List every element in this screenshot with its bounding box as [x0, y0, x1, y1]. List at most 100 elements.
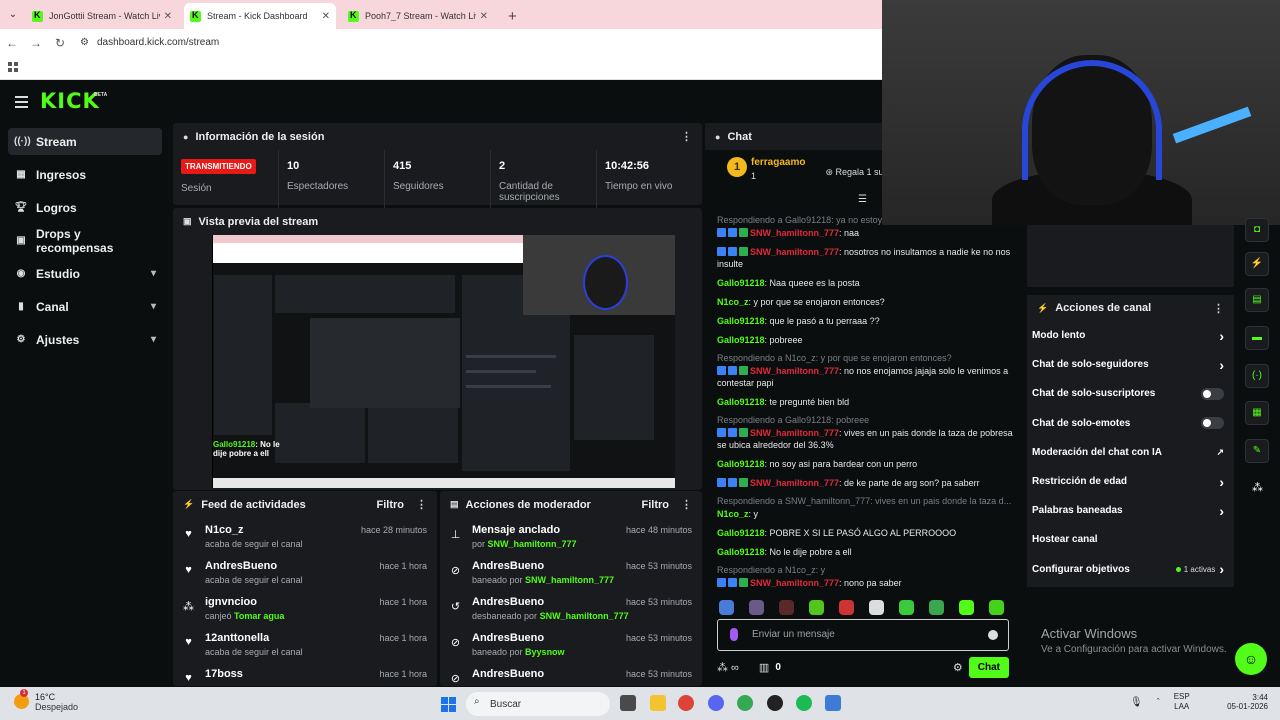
item-sub-bold[interactable]: SNW_hamiltonn_777: [525, 575, 614, 585]
emote-icon[interactable]: [989, 600, 1004, 615]
kebab-menu-icon[interactable]: ⋮: [681, 130, 692, 143]
gear-icon[interactable]: ⚙: [953, 661, 963, 674]
chrome-active-icon[interactable]: [737, 695, 753, 711]
chat-username[interactable]: Gallo91218: [717, 528, 765, 538]
chat-input[interactable]: Enviar un mensaje: [717, 619, 1009, 651]
kick-logo[interactable]: KICK: [40, 89, 100, 113]
emote-icon[interactable]: [899, 600, 914, 615]
gift-box-icon[interactable]: ▥: [759, 661, 769, 674]
subscribers-only-toggle[interactable]: [1201, 387, 1224, 400]
close-tab-icon[interactable]: ✕: [164, 11, 172, 22]
chat-username[interactable]: SNW_hamiltonn_777: [750, 247, 839, 257]
chat-username[interactable]: SNW_hamiltonn_777: [750, 366, 839, 376]
taskview-icon[interactable]: [620, 695, 636, 711]
layout-icon[interactable]: ▦: [1245, 401, 1269, 425]
item-sub-bold[interactable]: SNW_hamiltonn_777: [488, 539, 577, 549]
obs-icon[interactable]: [767, 695, 783, 711]
close-tab-icon[interactable]: ✕: [480, 11, 488, 22]
document-icon[interactable]: ▤: [1245, 288, 1269, 312]
kebab-menu-icon[interactable]: ⋮: [416, 498, 427, 511]
url-field[interactable]: ⚙ dashboard.kick.com/stream: [80, 37, 219, 48]
forward-icon[interactable]: →: [24, 36, 48, 50]
action-banned-words[interactable]: Palabras baneadas ›: [1027, 496, 1234, 525]
send-chat-button[interactable]: Chat: [968, 656, 1009, 678]
stream-preview-video[interactable]: Gallo91218: No le dije pobre a ell: [212, 235, 675, 488]
reply-reference[interactable]: Respondiendo a N1co_z: y por que se enoj…: [717, 353, 1015, 363]
filter-button[interactable]: Filtro: [642, 499, 670, 511]
points-icon[interactable]: ⁂: [1252, 481, 1263, 494]
emote-icon[interactable]: [959, 600, 974, 615]
action-followers-only[interactable]: Chat de solo-seguidores ›: [1027, 350, 1234, 379]
points-infinity-icon[interactable]: ⁂ ∞: [717, 661, 739, 674]
sidebar-item-logros[interactable]: 🏆︎ Logros: [8, 194, 162, 221]
kebab-menu-icon[interactable]: ⋮: [1213, 302, 1224, 315]
emote-icon[interactable]: [869, 600, 884, 615]
camera-icon[interactable]: ◘: [1245, 218, 1269, 242]
item-sub-bold[interactable]: SNW_hamiltonn_777: [540, 611, 629, 621]
sidebar-item-ingresos[interactable]: ▦ Ingresos: [8, 161, 162, 188]
chrome-icon[interactable]: [678, 695, 694, 711]
weather-widget[interactable]: 1 16°C Despejado: [14, 689, 78, 712]
discord-icon[interactable]: [708, 695, 724, 711]
reply-reference[interactable]: Respondiendo a Gallo91218: pobreee: [717, 415, 1015, 425]
sidebar-item-ajustes[interactable]: ⚙ Ajustes ▾: [8, 326, 162, 353]
reply-reference[interactable]: Respondiendo a SNW_hamiltonn_777: vives …: [717, 496, 1015, 506]
chat-username[interactable]: Gallo91218: [717, 316, 765, 326]
emote-icon[interactable]: [749, 600, 764, 615]
menu-icon[interactable]: [15, 96, 28, 111]
action-host-channel[interactable]: Hostear canal: [1027, 525, 1234, 554]
pinned-leaderboard[interactable]: 1 ferragaamo 1 ⊛ Regala 1 suscri: [727, 157, 898, 181]
wrench-icon[interactable]: ✎: [1245, 439, 1269, 463]
chat-username[interactable]: SNW_hamiltonn_777: [750, 478, 839, 488]
item-sub-bold[interactable]: Byysnow: [525, 647, 565, 657]
kebab-menu-icon[interactable]: ⋮: [681, 498, 692, 511]
chat-username[interactable]: Gallo91218: [717, 335, 765, 345]
sidebar-item-drops[interactable]: ▣ Drops y recompensas: [8, 227, 162, 255]
browser-tab-active[interactable]: Stream - Kick Dashboard ✕: [184, 3, 336, 29]
chat-bubble-icon[interactable]: ▬: [1245, 326, 1269, 350]
taskbar-search[interactable]: ⌕ Buscar: [466, 692, 610, 716]
action-age-restriction[interactable]: Restricción de edad ›: [1027, 467, 1234, 496]
microphone-icon[interactable]: [730, 628, 738, 641]
taskbar-clock[interactable]: 3:44 05-01-2026: [1224, 693, 1268, 711]
emoji-icon[interactable]: [988, 630, 998, 640]
emote-icon[interactable]: [779, 600, 794, 615]
microphone-tray-icon[interactable]: 🎙︎: [1130, 697, 1143, 708]
support-chat-button[interactable]: ☺: [1235, 643, 1267, 675]
chat-username[interactable]: Gallo91218: [717, 397, 765, 407]
emote-icon[interactable]: [719, 600, 734, 615]
lightning-icon[interactable]: ⚡: [1245, 252, 1269, 276]
action-goals[interactable]: Configurar objetivos 1 activas ›: [1027, 555, 1234, 584]
action-slow-mode[interactable]: Modo lento ›: [1027, 321, 1234, 350]
chat-username[interactable]: N1co_z: [717, 509, 749, 519]
chat-username[interactable]: N1co_z: [717, 297, 749, 307]
sidebar-item-estudio[interactable]: ◉ Estudio ▾: [8, 260, 162, 287]
back-icon[interactable]: ←: [0, 36, 24, 50]
broadcast-icon[interactable]: (·): [1245, 364, 1269, 388]
scroll-to-bottom-icon[interactable]: ☰: [858, 194, 867, 205]
site-settings-icon[interactable]: ⚙: [80, 37, 89, 48]
app-icon[interactable]: [825, 695, 841, 711]
reply-reference[interactable]: Respondiendo a N1co_z: y: [717, 565, 1015, 575]
chat-username[interactable]: SNW_hamiltonn_777: [750, 578, 839, 588]
chat-username[interactable]: SNW_hamiltonn_777: [750, 228, 839, 238]
sidebar-item-canal[interactable]: ▮ Canal ▾: [8, 293, 162, 320]
new-tab-button[interactable]: +: [500, 8, 525, 29]
chat-username[interactable]: Gallo91218: [717, 278, 765, 288]
reload-icon[interactable]: ↻: [48, 36, 72, 50]
windows-start-icon[interactable]: [441, 697, 456, 712]
sidebar-item-stream[interactable]: ((·)) Stream: [8, 128, 162, 155]
filter-button[interactable]: Filtro: [377, 499, 405, 511]
tab-search-icon[interactable]: ⌄: [0, 0, 26, 29]
chat-username[interactable]: Gallo91218: [717, 459, 765, 469]
chat-username[interactable]: SNW_hamiltonn_777: [750, 428, 839, 438]
browser-tab[interactable]: JonGottii Stream - Watch Live o ✕: [26, 3, 178, 29]
action-ai-moderation[interactable]: Moderación del chat con IA ↗: [1027, 438, 1234, 467]
chevron-up-icon[interactable]: ˆ: [1157, 697, 1160, 707]
emote-icon[interactable]: [809, 600, 824, 615]
emote-icon[interactable]: [929, 600, 944, 615]
spotify-icon[interactable]: [796, 695, 812, 711]
emote-icon[interactable]: [839, 600, 854, 615]
apps-grid-icon[interactable]: [8, 62, 18, 72]
chat-username[interactable]: Gallo91218: [717, 547, 765, 557]
